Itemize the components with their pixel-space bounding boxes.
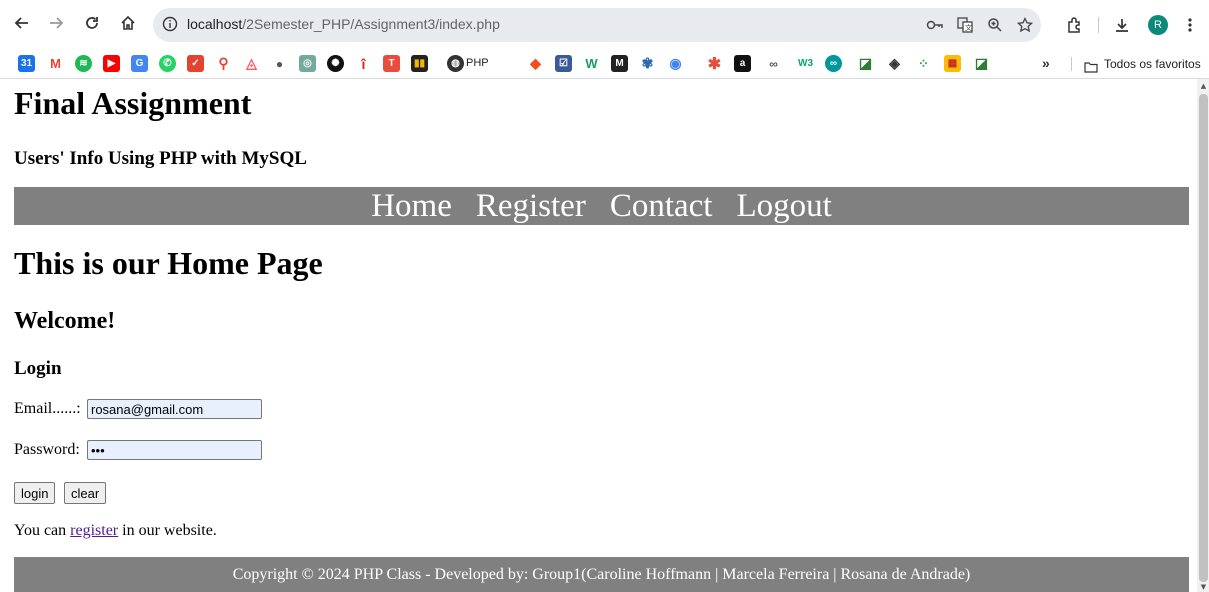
grid-icon[interactable]: ▦ [944,55,961,72]
t-icon[interactable]: T [383,55,400,72]
scroll-down-arrow-icon[interactable]: ▼ [1199,583,1208,592]
site-subtitle: Users' Info Using PHP with MySQL [14,148,307,169]
nav-contact-link[interactable]: Contact [610,187,713,225]
todoist-icon[interactable]: ✓ [187,55,204,72]
footer-text: Copyright © 2024 PHP Class - Developed b… [232,565,971,583]
spotify-icon[interactable]: ≋ [75,55,92,72]
w-icon[interactable]: W [583,55,600,72]
star-icon[interactable] [1014,14,1036,36]
forward-arrow-icon[interactable] [44,11,68,35]
apple-icon[interactable]: ● [271,55,288,72]
register-link[interactable]: register [70,522,118,539]
cube-icon[interactable]: ◪ [857,55,874,72]
nav-register-link[interactable]: Register [476,187,586,225]
link-icon[interactable]: ∞ [765,55,782,72]
home-icon[interactable] [116,11,140,35]
password-key-icon[interactable] [924,14,946,36]
url-path: /2Semester_PHP/Assignment3/index.php [242,16,500,32]
profile-avatar[interactable]: R [1148,15,1168,35]
info-icon[interactable]: î [355,55,372,72]
extensions-icon[interactable] [1062,13,1086,37]
register-line: You can register in our website. [14,522,217,540]
email-field[interactable] [87,399,262,419]
chatgpt-icon[interactable]: ◎ [299,55,316,72]
nav-logout-link[interactable]: Logout [736,187,831,225]
footer: Copyright © 2024 PHP Class - Developed b… [14,557,1189,592]
gmail-icon[interactable]: M [47,55,64,72]
a-icon[interactable]: a [734,55,751,72]
checkbox-icon[interactable]: ☑ [555,55,572,72]
url-text[interactable]: localhost/2Semester_PHP/Assignment3/inde… [187,16,500,32]
layers-icon[interactable]: ◈ [886,55,903,72]
url-host: localhost [187,16,243,32]
folder-icon[interactable] [1084,58,1098,73]
clear-button[interactable]: clear [64,482,107,504]
site-title: Final Assignment [14,85,252,121]
chart-icon[interactable]: ▮▮ [411,55,428,72]
download-icon[interactable] [1110,13,1134,37]
bookmark-php-label[interactable]: PHP [466,57,489,69]
google-lens-icon[interactable]: ◉ [667,55,684,72]
bookmarks-bar: 31 M ≋ ▶ G ✆ ✓ ⚲ ◬ ● ◎ ✺ î T ▮▮ ◍ PHP ◆ … [0,50,1209,79]
openai-icon[interactable]: ✺ [327,55,344,72]
butterfly-icon[interactable]: ✾ [639,55,656,72]
figma-icon[interactable]: ◆ [527,55,544,72]
main-nav: Home Register Contact Logout [14,187,1189,225]
password-field[interactable] [87,440,262,460]
dots-icon[interactable]: ⁘ [915,55,932,72]
bookmarks-overflow-button[interactable]: » [1042,55,1050,71]
youtube-icon[interactable]: ▶ [103,55,120,72]
scroll-up-arrow-icon[interactable]: ▲ [1199,82,1208,91]
scrollbar-thumb[interactable] [1199,94,1208,582]
register-prefix: You can [14,522,71,539]
stack-icon[interactable]: ◪ [973,55,990,72]
password-label: Password: [14,441,80,458]
bookmarks-separator [1071,57,1072,71]
login-heading: Login [14,358,62,379]
nav-home-link[interactable]: Home [371,187,452,225]
page-heading: This is our Home Page [14,245,323,281]
arduino-icon[interactable]: ∞ [825,55,842,72]
reload-icon[interactable] [80,11,104,35]
menu-dots-icon[interactable] [1178,13,1202,37]
page-content: Final Assignment Users' Info Using PHP w… [0,79,1197,592]
browser-toolbar: localhost/2Semester_PHP/Assignment3/inde… [0,0,1209,50]
m-icon[interactable]: M [611,55,628,72]
calendar-icon[interactable]: 31 [18,55,35,72]
globe-icon[interactable]: ◍ [447,55,464,72]
login-button[interactable]: login [14,482,56,504]
asterisk-icon[interactable]: ✱ [706,55,723,72]
w3schools-icon[interactable]: W3 [797,55,814,72]
translate-bookmark-icon[interactable]: G [131,55,148,72]
maps-icon[interactable]: ⚲ [215,55,232,72]
all-bookmarks-label[interactable]: Todos os favoritos [1104,57,1201,71]
zoom-icon[interactable] [984,14,1006,36]
svg-text:文: 文 [965,23,972,32]
toolbar-separator [1098,17,1099,33]
register-suffix: in our website. [118,522,217,539]
site-info-icon[interactable] [160,14,180,34]
welcome-heading: Welcome! [14,308,116,334]
back-arrow-icon[interactable] [10,11,34,35]
email-label: Email......: [14,400,81,417]
airbnb-icon[interactable]: ◬ [243,55,260,72]
translate-icon[interactable]: 文 [954,14,976,36]
whatsapp-icon[interactable]: ✆ [159,55,176,72]
